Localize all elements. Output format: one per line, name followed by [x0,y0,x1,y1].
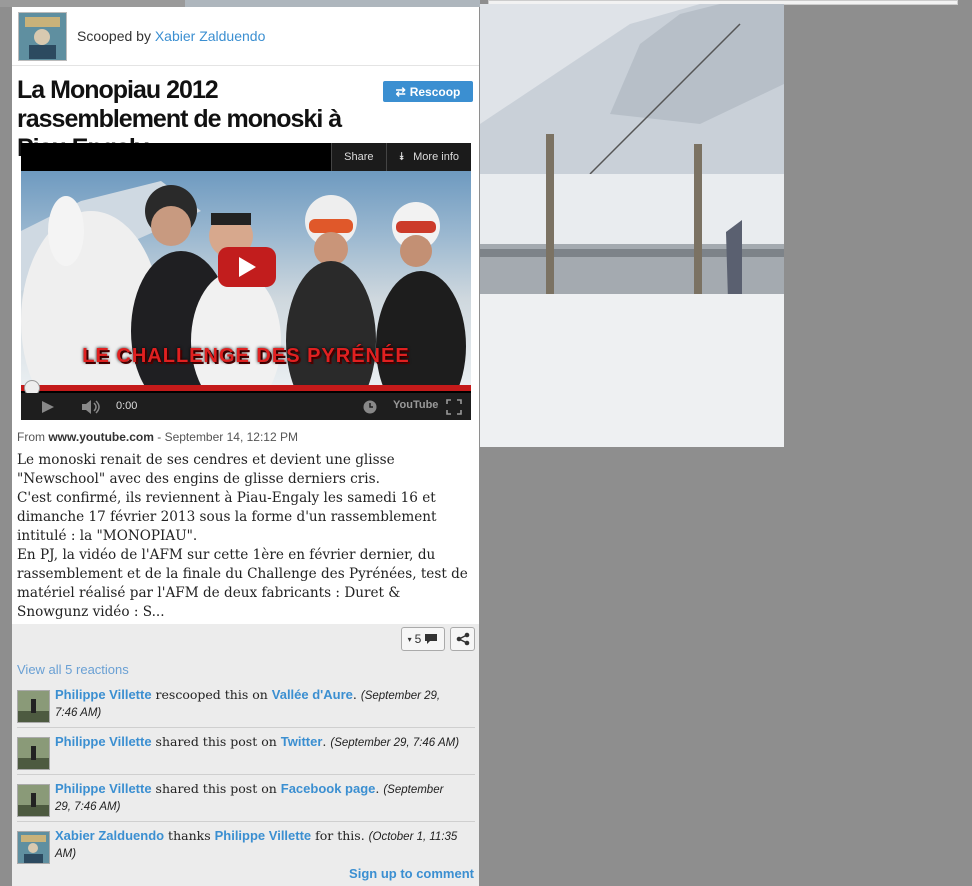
reaction-action: thanks [164,828,215,843]
rescoop-label: Rescoop [409,84,461,99]
reactions-count-button[interactable]: ▾ 5 [401,627,445,651]
top-sky [185,0,480,7]
reaction-action: shared this post on [151,734,281,749]
reaction-item: Philippe Villette shared this post on Fa… [17,776,475,822]
scoop-card: Scooped by Xabier Zalduendo La Monopiau … [12,7,479,624]
share-button[interactable] [450,627,475,651]
dropdown-caret-icon: ▾ [407,634,412,644]
video-top-bar: Share ⯯ More info [331,143,471,171]
author-avatar[interactable] [18,12,67,61]
description-paragraph: En PJ, la vidéo de l'AFM sur cette 1ère … [17,547,468,620]
card-header: Scooped by Xabier Zalduendo [12,7,479,66]
user-avatar[interactable] [17,690,50,723]
scooped-prefix: Scooped by [77,28,151,44]
user-avatar[interactable] [17,737,50,770]
reaction-user-link[interactable]: Philippe Villette [55,687,152,702]
reaction-target-link[interactable]: Twitter [281,734,323,749]
reaction-date: (September 29, 7:46 AM) [330,737,460,749]
reaction-target-link[interactable]: Facebook page [281,781,376,796]
video-player[interactable]: Share ⯯ More info LE CHALLENGE DES PYRÉN… [21,143,471,420]
description-paragraph: Le monoski renait de ses cendres et devi… [17,452,395,487]
background-photo [480,4,784,447]
reaction-text: Philippe Villette shared this post on Fa… [55,781,444,813]
fullscreen-icon[interactable] [446,399,462,415]
more-info-label: More info [413,151,459,163]
video-overlay-text: LE CHALLENGE DES PYRÉNÉE [82,345,410,367]
video-more-info-button[interactable]: ⯯ More info [385,143,471,171]
reaction-user-link[interactable]: Xabier Zalduendo [55,828,164,843]
reaction-item: Philippe Villette rescooped this on Vall… [17,682,475,728]
video-progress-bar[interactable] [21,385,471,391]
source-date: - September 14, 12:12 PM [157,430,298,444]
reactions-panel: ▾ 5 View all 5 reactions Philippe Villet… [12,624,479,886]
scooped-by: Scooped by Xabier Zalduendo [77,28,265,44]
reactions-count: 5 [414,632,422,646]
post-description: Le monoski renait de ses cendres et devi… [17,451,475,622]
rescoop-button[interactable]: ⇄ Rescoop [383,81,473,102]
reaction-item: Philippe Villette shared this post on Tw… [17,729,475,775]
description-paragraph: C'est confirmé, ils reviennent à Piau-En… [17,490,437,544]
reaction-text: Philippe Villette shared this post on Tw… [55,734,460,749]
reaction-text: Philippe Villette rescooped this on Vall… [55,687,441,719]
user-avatar[interactable] [17,831,50,864]
reaction-suffix: for this. [311,828,369,843]
reaction-target-link[interactable]: Vallée d'Aure [272,687,353,702]
reaction-target-link[interactable]: Philippe Villette [215,828,312,843]
reaction-action: rescooped this on [151,687,272,702]
top-strip [0,0,480,7]
source-line: From www.youtube.com - September 14, 12:… [17,430,298,444]
source-prefix: From [17,430,45,444]
video-controls: 0:00 YouTube [21,393,471,420]
clock-icon[interactable] [362,399,378,415]
user-avatar[interactable] [17,784,50,817]
rescoop-icon: ⇄ [395,84,406,99]
reaction-user-link[interactable]: Philippe Villette [55,781,152,796]
play-icon[interactable] [41,400,55,414]
video-share-button[interactable]: Share [331,143,386,171]
reaction-text: Xabier Zalduendo thanks Philippe Villett… [55,828,460,862]
view-all-reactions-link[interactable]: View all 5 reactions [17,662,129,677]
video-time: 0:00 [116,400,138,412]
comment-icon [425,634,438,644]
video-thumbnail[interactable]: LE CHALLENGE DES PYRÉNÉE [21,171,471,385]
volume-icon[interactable] [81,399,103,415]
reaction-item: Xabier Zalduendo thanks Philippe Villett… [17,823,475,868]
play-button-icon[interactable] [218,247,276,287]
author-link[interactable]: Xabier Zalduendo [155,28,266,44]
reaction-action: shared this post on [151,781,281,796]
youtube-logo[interactable]: YouTube [393,399,438,411]
share-icon [456,632,469,646]
sign-up-to-comment-link[interactable]: Sign up to comment [349,866,474,881]
double-chevron-down-icon: ⯯ [398,150,406,163]
source-domain[interactable]: www.youtube.com [48,430,154,444]
reaction-user-link[interactable]: Philippe Villette [55,734,152,749]
